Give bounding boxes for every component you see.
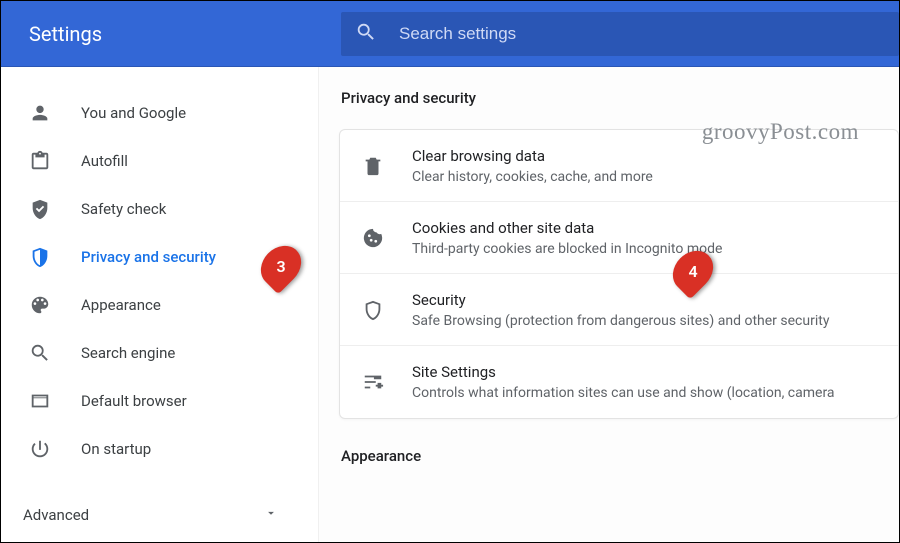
chevron-down-icon xyxy=(264,506,278,524)
sidebar-item-autofill[interactable]: Autofill xyxy=(1,137,318,185)
browser-icon xyxy=(29,390,51,412)
app-header: Settings xyxy=(1,1,899,67)
sidebar-item-label: You and Google xyxy=(81,104,186,122)
section-title-privacy: Privacy and security xyxy=(341,89,899,107)
shield-check-icon xyxy=(29,198,51,220)
sidebar-item-label: On startup xyxy=(81,440,151,458)
sidebar-item-label: Privacy and security xyxy=(81,248,216,266)
sidebar-item-default-browser[interactable]: Default browser xyxy=(1,377,318,425)
row-title: Security xyxy=(412,291,878,309)
sidebar-item-safety-check[interactable]: Safety check xyxy=(1,185,318,233)
page-title: Settings xyxy=(1,22,341,46)
search-icon xyxy=(29,342,51,364)
sidebar-item-appearance[interactable]: Appearance xyxy=(1,281,318,329)
sidebar-advanced-toggle[interactable]: Advanced xyxy=(1,491,318,539)
palette-icon xyxy=(29,294,51,316)
sidebar: You and Google Autofill Safety check Pri… xyxy=(1,67,319,542)
tune-icon xyxy=(362,371,384,393)
watermark: groovyPost.com xyxy=(702,119,859,145)
sidebar-item-search-engine[interactable]: Search engine xyxy=(1,329,318,377)
privacy-card: Clear browsing data Clear history, cooki… xyxy=(339,129,899,419)
advanced-label: Advanced xyxy=(23,506,89,524)
search-box[interactable] xyxy=(341,12,899,56)
search-container xyxy=(341,1,899,66)
row-title: Site Settings xyxy=(412,363,878,381)
row-subtitle: Safe Browsing (protection from dangerous… xyxy=(412,313,878,329)
section-title-appearance: Appearance xyxy=(341,447,899,465)
sidebar-item-label: Search engine xyxy=(81,344,175,362)
row-title: Cookies and other site data xyxy=(412,219,878,237)
row-subtitle: Third-party cookies are blocked in Incog… xyxy=(412,241,878,257)
sidebar-item-label: Appearance xyxy=(81,296,161,314)
power-icon xyxy=(29,438,51,460)
clipboard-icon xyxy=(29,150,51,172)
sidebar-item-on-startup[interactable]: On startup xyxy=(1,425,318,473)
row-title: Clear browsing data xyxy=(412,147,878,165)
row-subtitle: Clear history, cookies, cache, and more xyxy=(412,169,878,185)
sidebar-item-you-and-google[interactable]: You and Google xyxy=(1,89,318,137)
trash-icon xyxy=(362,155,384,177)
person-icon xyxy=(29,102,51,124)
row-cookies[interactable]: Cookies and other site data Third-party … xyxy=(340,202,898,274)
row-subtitle: Controls what information sites can use … xyxy=(412,385,878,401)
search-icon xyxy=(355,21,399,47)
sidebar-item-label: Safety check xyxy=(81,200,166,218)
sidebar-item-label: Default browser xyxy=(81,392,187,410)
sidebar-item-label: Autofill xyxy=(81,152,128,170)
shield-icon xyxy=(29,246,51,268)
search-input[interactable] xyxy=(399,24,885,44)
cookie-icon xyxy=(362,227,384,249)
row-security[interactable]: Security Safe Browsing (protection from … xyxy=(340,274,898,346)
shield-outline-icon xyxy=(362,299,384,321)
row-site-settings[interactable]: Site Settings Controls what information … xyxy=(340,346,898,418)
